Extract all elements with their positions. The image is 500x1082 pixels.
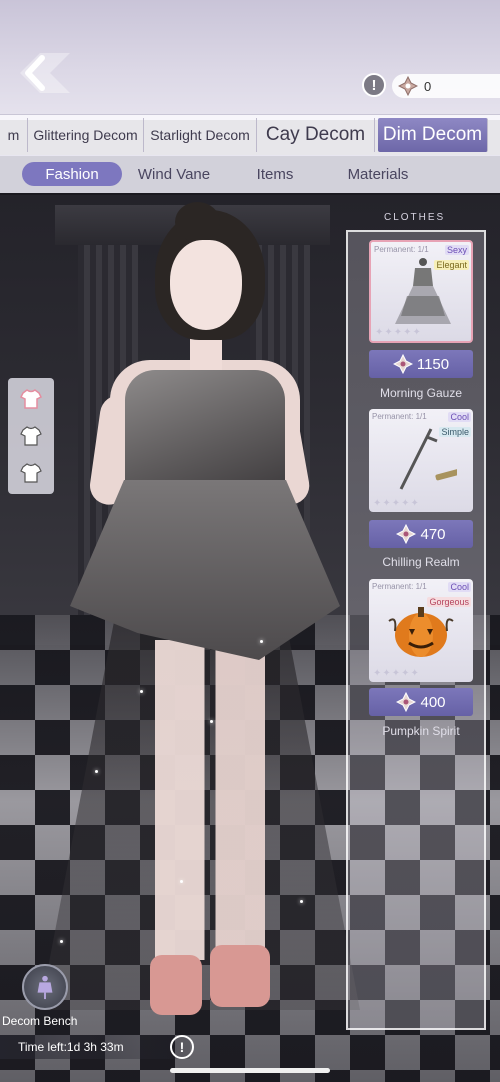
back-button[interactable] [14, 50, 70, 96]
subtab-wind-vane[interactable]: Wind Vane [130, 162, 218, 186]
shoe-right [210, 945, 270, 1007]
subtab-materials[interactable]: Materials [338, 162, 418, 186]
sparkle [140, 690, 143, 693]
item-name: Pumpkin Spirit [382, 724, 460, 738]
pumpkin-icon [388, 607, 454, 657]
character-face [170, 240, 242, 330]
sparkle [180, 880, 183, 883]
dress-bodice [125, 370, 285, 490]
sparkle [260, 640, 263, 643]
sparkle [300, 900, 303, 903]
sparkle [95, 770, 98, 773]
currency-value: 0 [424, 78, 432, 94]
sword-icon [399, 428, 457, 490]
item-rarity-stars: ✦✦✦✦✦ [375, 327, 422, 338]
shoe-left [150, 955, 202, 1015]
item-tag: Cool [448, 582, 471, 592]
outfit-slot-3[interactable] [18, 460, 44, 486]
sky-backdrop [0, 0, 500, 120]
hair-bun [175, 202, 220, 242]
time-info-button[interactable]: ! [170, 1035, 194, 1059]
diamond-currency-icon [396, 524, 417, 544]
item-permanent-count: Permanent: 1/1 [374, 245, 429, 254]
item-price: 1150 [416, 355, 450, 373]
item-tag: Sexy [444, 245, 469, 255]
subtab-fashion[interactable]: Fashion [22, 162, 122, 186]
decom-bench-label: Decom Bench [2, 1014, 78, 1028]
item-rarity-stars: ✦✦✦✦✦ [373, 668, 420, 679]
diamond-currency-icon [396, 692, 417, 712]
diamond-currency-icon [398, 76, 418, 96]
tab-starlight-decom[interactable]: Starlight Decom [144, 118, 257, 152]
category-tab-bar: m Glittering Decom Starlight Decom Cay D… [0, 114, 500, 156]
item-card-chilling-realm[interactable]: Permanent: 1/1 Cool Simple ✦✦✦✦✦ [369, 409, 473, 512]
shirt-icon [20, 426, 42, 446]
character-model [40, 202, 360, 1030]
item-rarity-stars: ✦✦✦✦✦ [373, 498, 420, 509]
currency-display: 0 [392, 74, 500, 98]
item-permanent-count: Permanent: 1/1 [372, 582, 427, 591]
buy-button-chilling-realm[interactable]: 470 [369, 520, 473, 548]
gauze-dress-icon [395, 258, 451, 324]
item-price: 400 [420, 693, 446, 711]
buy-button-morning-gauze[interactable]: 1150 [369, 350, 473, 378]
character-legs [155, 640, 265, 960]
home-indicator[interactable] [170, 1068, 330, 1073]
tab-dim-decom[interactable]: Dim Decom [378, 118, 488, 152]
buy-button-pumpkin-spirit[interactable]: 400 [369, 688, 473, 716]
tab-cay-decom[interactable]: Cay Decom [257, 118, 375, 152]
item-card-pumpkin-spirit[interactable]: Permanent: 1/1 Cool Gorgeous ✦✦✦✦✦ [369, 579, 473, 682]
time-left-text: Time left:1d 3h 33m [18, 1040, 124, 1054]
dress-skirt [70, 480, 340, 660]
diamond-currency-icon [392, 354, 413, 374]
item-permanent-count: Permanent: 1/1 [372, 412, 427, 421]
outfit-slot-1[interactable] [18, 386, 44, 412]
item-tag: Cool [448, 412, 471, 422]
shirt-icon [20, 463, 42, 483]
panel-header: CLOTHES [384, 212, 446, 223]
subtab-items[interactable]: Items [245, 162, 305, 186]
sparkle [210, 720, 213, 723]
decom-bench-button[interactable] [22, 964, 68, 1010]
mannequin-icon [37, 975, 53, 1000]
tab-category-m[interactable]: m [0, 118, 28, 152]
sparkle [60, 940, 63, 943]
shirt-icon [19, 389, 43, 409]
hint-button[interactable]: ! [362, 73, 386, 97]
back-arrow-icon [20, 53, 70, 93]
time-left-bar: Time left:1d 3h 33m [0, 1035, 190, 1059]
item-price: 470 [420, 525, 446, 543]
tab-glittering-decom[interactable]: Glittering Decom [28, 118, 144, 152]
item-name: Chilling Realm [382, 555, 460, 569]
item-card-morning-gauze[interactable]: Permanent: 1/1 Sexy Elegant ✦✦✦✦✦ [369, 240, 473, 343]
item-name: Morning Gauze [379, 386, 463, 400]
outfit-slot-2[interactable] [18, 423, 44, 449]
